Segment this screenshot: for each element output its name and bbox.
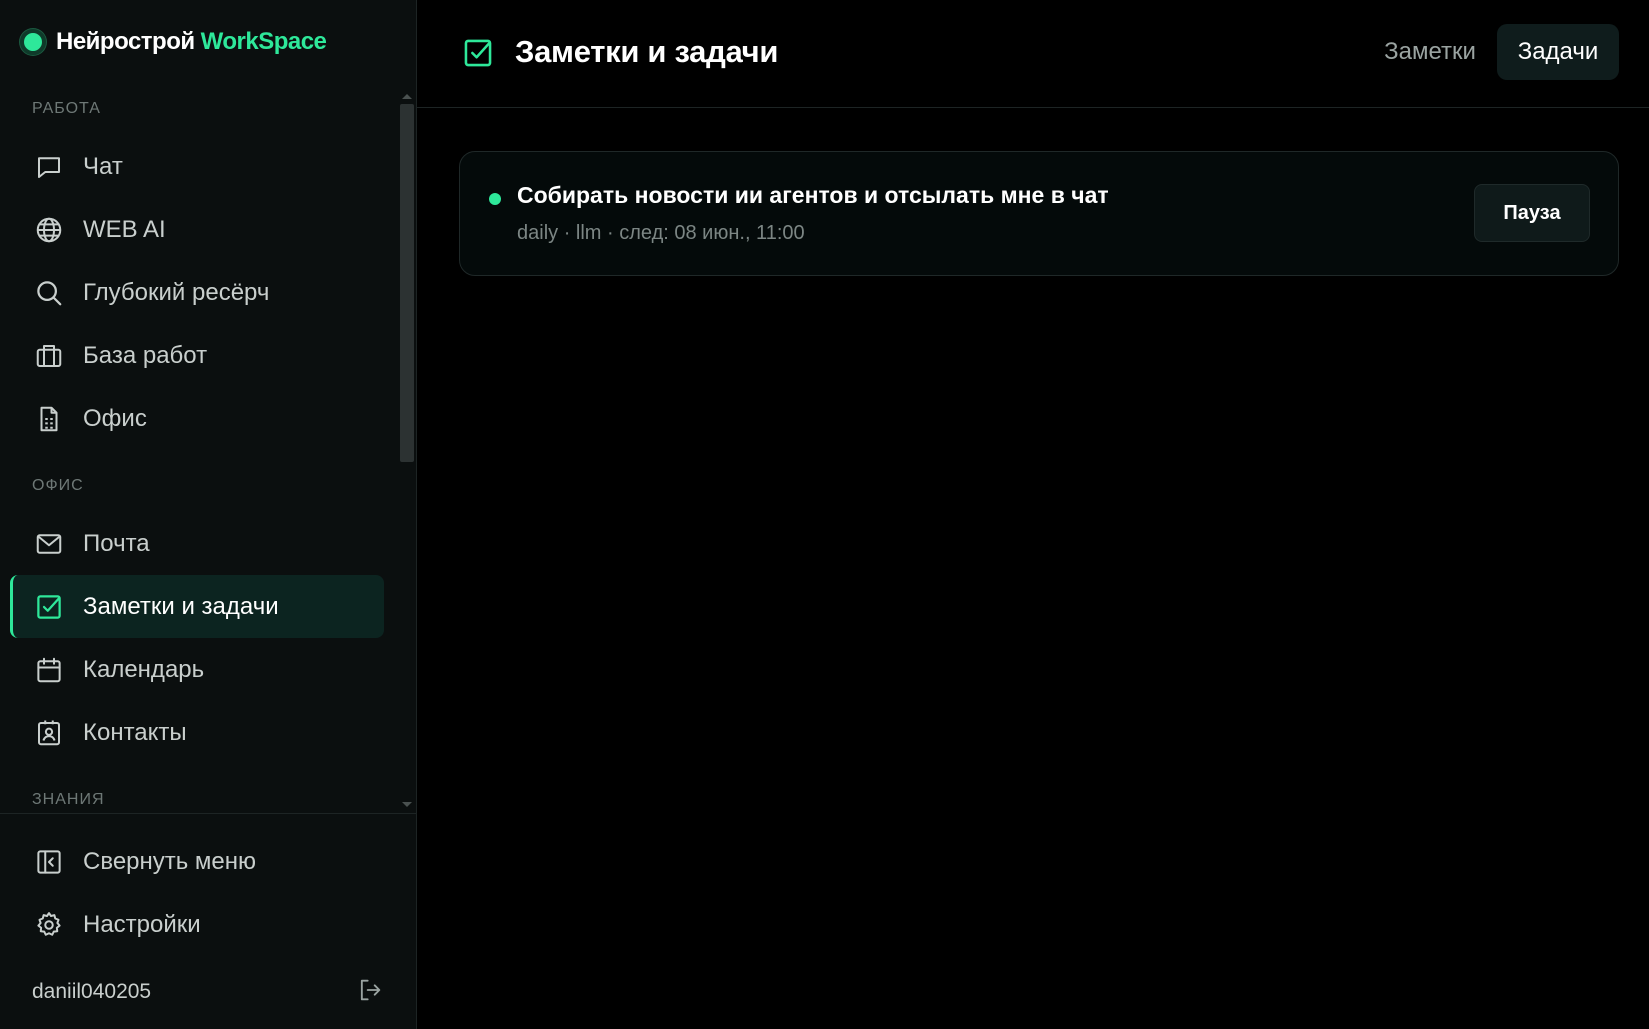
tab-notes[interactable]: Заметки	[1357, 24, 1503, 80]
sidebar-item-mail[interactable]: Почта	[10, 512, 384, 575]
sidebar-item-label: Календарь	[83, 655, 205, 683]
task-status-dot	[489, 193, 501, 205]
briefcase-icon	[32, 339, 66, 373]
sidebar: Нейрострой WorkSpace РАБОТА Чат WEB AI Г…	[0, 0, 417, 1029]
section-label-work: РАБОТА	[32, 100, 101, 117]
sidebar-item-label: Глубокий ресёрч	[83, 278, 270, 306]
checkbox-icon	[461, 36, 495, 70]
document-icon	[32, 402, 66, 436]
page-title: Заметки и задачи	[515, 34, 779, 69]
sidebar-item-calendar[interactable]: Календарь	[10, 638, 384, 701]
checkbox-icon	[32, 590, 66, 624]
gear-icon	[32, 908, 66, 942]
chat-icon	[32, 150, 66, 184]
logout-icon[interactable]	[356, 976, 384, 1009]
scroll-down-arrow-icon[interactable]	[402, 802, 412, 807]
search-icon	[32, 276, 66, 310]
scroll-up-arrow-icon[interactable]	[402, 94, 412, 99]
sidebar-item-notes-tasks[interactable]: Заметки и задачи	[10, 575, 384, 638]
section-label-office: ОФИС	[32, 477, 84, 494]
calendar-icon	[32, 653, 66, 687]
sidebar-item-chat[interactable]: Чат	[10, 135, 384, 198]
section-label-knowledge: ЗНАНИЯ	[32, 791, 105, 808]
sidebar-item-label: Почта	[83, 529, 150, 557]
main-content: Заметки и задачи Заметки Задачи Собирать…	[417, 0, 1649, 1029]
collapse-menu-button[interactable]: Свернуть меню	[10, 830, 384, 893]
sidebar-item-contacts[interactable]: Контакты	[10, 701, 384, 764]
brand-logo-dot	[20, 29, 46, 55]
sidebar-scrollbar[interactable]	[398, 88, 416, 813]
sidebar-item-label: Офис	[83, 404, 147, 432]
sidebar-item-deep-research[interactable]: Глубокий ресёрч	[10, 261, 384, 324]
task-card[interactable]: Собирать новости ии агентов и отсылать м…	[459, 151, 1619, 276]
sidebar-item-label: База работ	[83, 341, 208, 369]
task-meta: daily · llm · след: 08 июн., 11:00	[517, 222, 805, 244]
collapse-sidebar-icon	[32, 845, 66, 879]
sidebar-item-label: WEB AI	[83, 215, 166, 243]
sidebar-nav: РАБОТА Чат WEB AI Глубокий ресёрч База р…	[0, 88, 405, 813]
task-title: Собирать новости ии агентов и отсылать м…	[517, 182, 1109, 208]
sidebar-item-label: Заметки и задачи	[83, 592, 279, 620]
brand-accent: WorkSpace	[200, 28, 327, 55]
scroll-thumb[interactable]	[400, 104, 414, 462]
brand[interactable]: Нейрострой WorkSpace	[20, 24, 327, 60]
sidebar-item-work-base[interactable]: База работ	[10, 324, 384, 387]
mail-icon	[32, 527, 66, 561]
globe-icon	[32, 213, 66, 247]
pause-button[interactable]: Пауза	[1474, 184, 1590, 242]
sidebar-item-label: Контакты	[83, 718, 187, 746]
sidebar-item-web-ai[interactable]: WEB AI	[10, 198, 384, 261]
collapse-menu-label: Свернуть меню	[83, 847, 257, 875]
tab-tasks[interactable]: Задачи	[1497, 24, 1619, 80]
sidebar-item-label: Чат	[83, 152, 123, 180]
contact-icon	[32, 716, 66, 750]
sidebar-item-office[interactable]: Офис	[10, 387, 384, 450]
sidebar-divider	[0, 813, 417, 814]
settings-button[interactable]: Настройки	[10, 893, 384, 956]
settings-label: Настройки	[83, 910, 201, 938]
page-header: Заметки и задачи Заметки Задачи	[417, 0, 1649, 108]
brand-name: Нейрострой	[56, 28, 195, 55]
username: daniil040205	[32, 980, 152, 1003]
user-row: daniil040205	[32, 972, 384, 1012]
